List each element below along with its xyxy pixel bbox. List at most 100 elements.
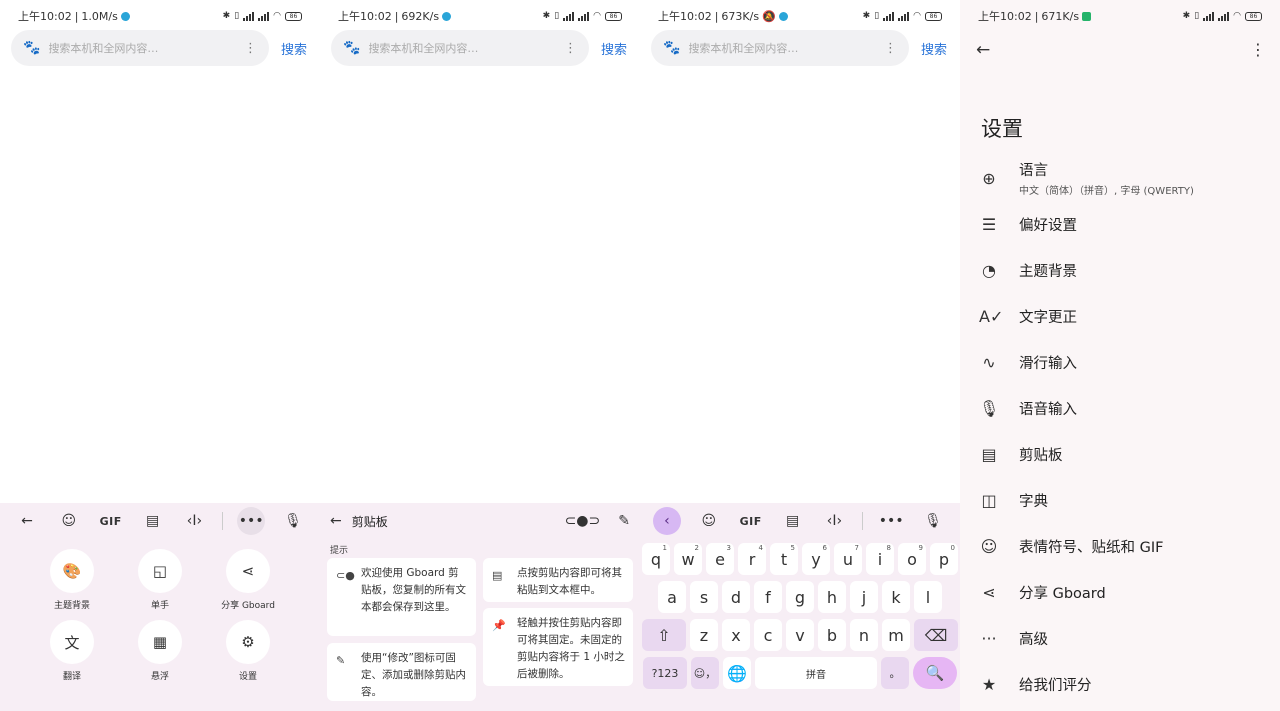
tip-card[interactable]: 📌 轻触并按住剪贴内容即可将其固定。未固定的剪贴内容将于 1 小时之后被删除。 [483, 608, 633, 686]
vibrate-icon: ▯ [234, 11, 240, 21]
key-p[interactable]: p0 [930, 543, 958, 575]
settings-item-advanced[interactable]: ··· 高级 [960, 615, 1280, 661]
search-input[interactable]: 搜索本机和全网内容… [368, 40, 564, 56]
key-l[interactable]: l [914, 581, 942, 613]
more-options-icon[interactable]: ⋮ [884, 41, 897, 56]
settings-item-rate[interactable]: ★ 给我们评分 [960, 661, 1280, 707]
search-input[interactable]: 搜索本机和全网内容… [48, 40, 244, 56]
more-icon[interactable]: ••• [237, 507, 266, 535]
key-i[interactable]: i8 [866, 543, 894, 575]
gif-button[interactable]: GIF [737, 507, 765, 535]
glide-icon: ∿ [982, 352, 996, 372]
mic-icon[interactable]: 🎙 [919, 507, 947, 535]
sticker-icon[interactable]: ☺ [695, 507, 723, 535]
search-icon[interactable]: 🔍 [913, 657, 957, 689]
settings-item-voice-input[interactable]: 🎙 语音输入 [960, 385, 1280, 431]
key-j[interactable]: j [850, 581, 878, 613]
back-arrow-icon[interactable]: ← [13, 507, 41, 535]
menu-item-share[interactable]: ⋖ 分享 Gboard [204, 549, 292, 612]
settings-item-emoji[interactable]: ☺ 表情符号、贴纸和 GIF [960, 523, 1280, 569]
search-bar[interactable]: 🐾 搜索本机和全网内容… ⋮ [11, 30, 269, 66]
backspace-icon[interactable]: ⌫ [914, 619, 958, 651]
key-z[interactable]: z [690, 619, 718, 651]
key-q[interactable]: q1 [642, 543, 670, 575]
tip-card[interactable]: ✎ 使用“修改”图标可固定、添加或删除剪贴内容。 [327, 643, 476, 701]
more-options-icon[interactable]: ⋮ [1250, 40, 1266, 59]
key-w[interactable]: w2 [674, 543, 702, 575]
settings-item-glide-typing[interactable]: ∿ 滑行输入 [960, 339, 1280, 385]
clipboard-icon[interactable]: ▤ [139, 507, 167, 535]
text-cursor-icon[interactable]: ‹I› [820, 507, 848, 535]
more-icon[interactable]: ••• [877, 507, 905, 535]
page-title: 设置 [981, 117, 1023, 141]
key-y[interactable]: y6 [802, 543, 830, 575]
menu-item-translate[interactable]: 文 翻译 [28, 620, 116, 683]
menu-item-settings[interactable]: ⚙ 设置 [204, 620, 292, 683]
globe-icon[interactable]: 🌐 [723, 657, 751, 689]
more-options-icon[interactable]: ⋮ [244, 41, 257, 56]
wifi-icon: ◠ [273, 11, 281, 21]
more-options-icon[interactable]: ⋮ [564, 41, 577, 56]
key-s[interactable]: s [690, 581, 718, 613]
emoji-comma-key[interactable]: ☺， [691, 657, 719, 689]
search-bar[interactable]: 🐾 搜索本机和全网内容… ⋮ [331, 30, 589, 66]
search-input[interactable]: 搜索本机和全网内容… [688, 40, 884, 56]
status-time: 上午10:02 [978, 10, 1032, 23]
mic-icon[interactable]: 🎙 [279, 507, 307, 535]
keyboard-panel: ‹ ☺ GIF ▤ ‹I› ••• 🎙 q1 w2 e3 r4 t5 y6 u7… [640, 503, 960, 711]
settings-item-dictionary[interactable]: ◫ 字典 [960, 477, 1280, 523]
status-time: 上午10:02 [658, 10, 712, 23]
key-n[interactable]: n [850, 619, 878, 651]
key-m[interactable]: m [882, 619, 910, 651]
key-e[interactable]: e3 [706, 543, 734, 575]
menu-item-floating[interactable]: ▦ 悬浮 [116, 620, 204, 683]
period-key[interactable]: 。 [881, 657, 909, 689]
key-b[interactable]: b [818, 619, 846, 651]
search-button[interactable]: 搜索 [921, 39, 947, 58]
clipboard-icon: ▤ [492, 569, 503, 582]
sticker-icon[interactable]: ☺ [55, 507, 83, 535]
settings-item-share[interactable]: ⋖ 分享 Gboard [960, 569, 1280, 615]
key-k[interactable]: k [882, 581, 910, 613]
key-g[interactable]: g [786, 581, 814, 613]
search-button[interactable]: 搜索 [601, 39, 627, 58]
key-f[interactable]: f [754, 581, 782, 613]
tip-card[interactable]: ⊂● 欢迎使用 Gboard 剪贴板，您复制的所有文本都会保存到这里。 [327, 558, 476, 636]
key-u[interactable]: u7 [834, 543, 862, 575]
space-key[interactable]: 拼音 [755, 657, 877, 689]
shift-key-icon[interactable]: ⇧ [642, 619, 686, 651]
settings-item-preferences[interactable]: ☰ 偏好设置 [960, 201, 1280, 247]
text-cursor-icon[interactable]: ‹I› [180, 507, 208, 535]
back-arrow-icon[interactable]: ← [330, 513, 342, 529]
back-arrow-icon[interactable]: ← [976, 40, 990, 60]
symbols-key[interactable]: ?123 [643, 657, 687, 689]
search-button[interactable]: 搜索 [281, 39, 307, 58]
bluetooth-icon: ✱ [542, 11, 551, 21]
menu-item-theme[interactable]: 🎨 主题背景 [28, 549, 116, 612]
clipboard-icon[interactable]: ▤ [779, 507, 807, 535]
menu-item-one-hand[interactable]: ◱ 单手 [116, 549, 204, 612]
tip-card[interactable]: ▤ 点按剪贴内容即可将其粘贴到文本框中。 [483, 558, 633, 602]
key-d[interactable]: d [722, 581, 750, 613]
settings-item-clipboard[interactable]: ▤ 剪贴板 [960, 431, 1280, 477]
key-x[interactable]: x [722, 619, 750, 651]
collapse-arrow-icon[interactable]: ‹ [652, 507, 681, 535]
edit-pencil-icon[interactable]: ✎ [618, 513, 630, 529]
settings-item-text-correction[interactable]: A✓ 文字更正 [960, 293, 1280, 339]
key-a[interactable]: a [658, 581, 686, 613]
key-r[interactable]: r4 [738, 543, 766, 575]
key-t[interactable]: t5 [770, 543, 798, 575]
key-v[interactable]: v [786, 619, 814, 651]
vibrate-icon: ▯ [554, 11, 560, 21]
toggle-icon: ⊂● [336, 569, 355, 582]
key-o[interactable]: o9 [898, 543, 926, 575]
settings-item-language[interactable]: ⊕ 语言 中文（简体）（拼音）, 字母 (QWERTY) [960, 155, 1280, 201]
status-bar: 上午10:02 | 692K/s ✱ ▯ ◠ 86 [320, 0, 640, 32]
key-c[interactable]: c [754, 619, 782, 651]
settings-item-theme[interactable]: ◔ 主题背景 [960, 247, 1280, 293]
toggle-icon[interactable]: ⊂●⊃ [565, 513, 601, 529]
key-h[interactable]: h [818, 581, 846, 613]
emoji-icon: ☺ [980, 536, 998, 556]
search-bar[interactable]: 🐾 搜索本机和全网内容… ⋮ [651, 30, 909, 66]
gif-button[interactable]: GIF [97, 507, 125, 535]
